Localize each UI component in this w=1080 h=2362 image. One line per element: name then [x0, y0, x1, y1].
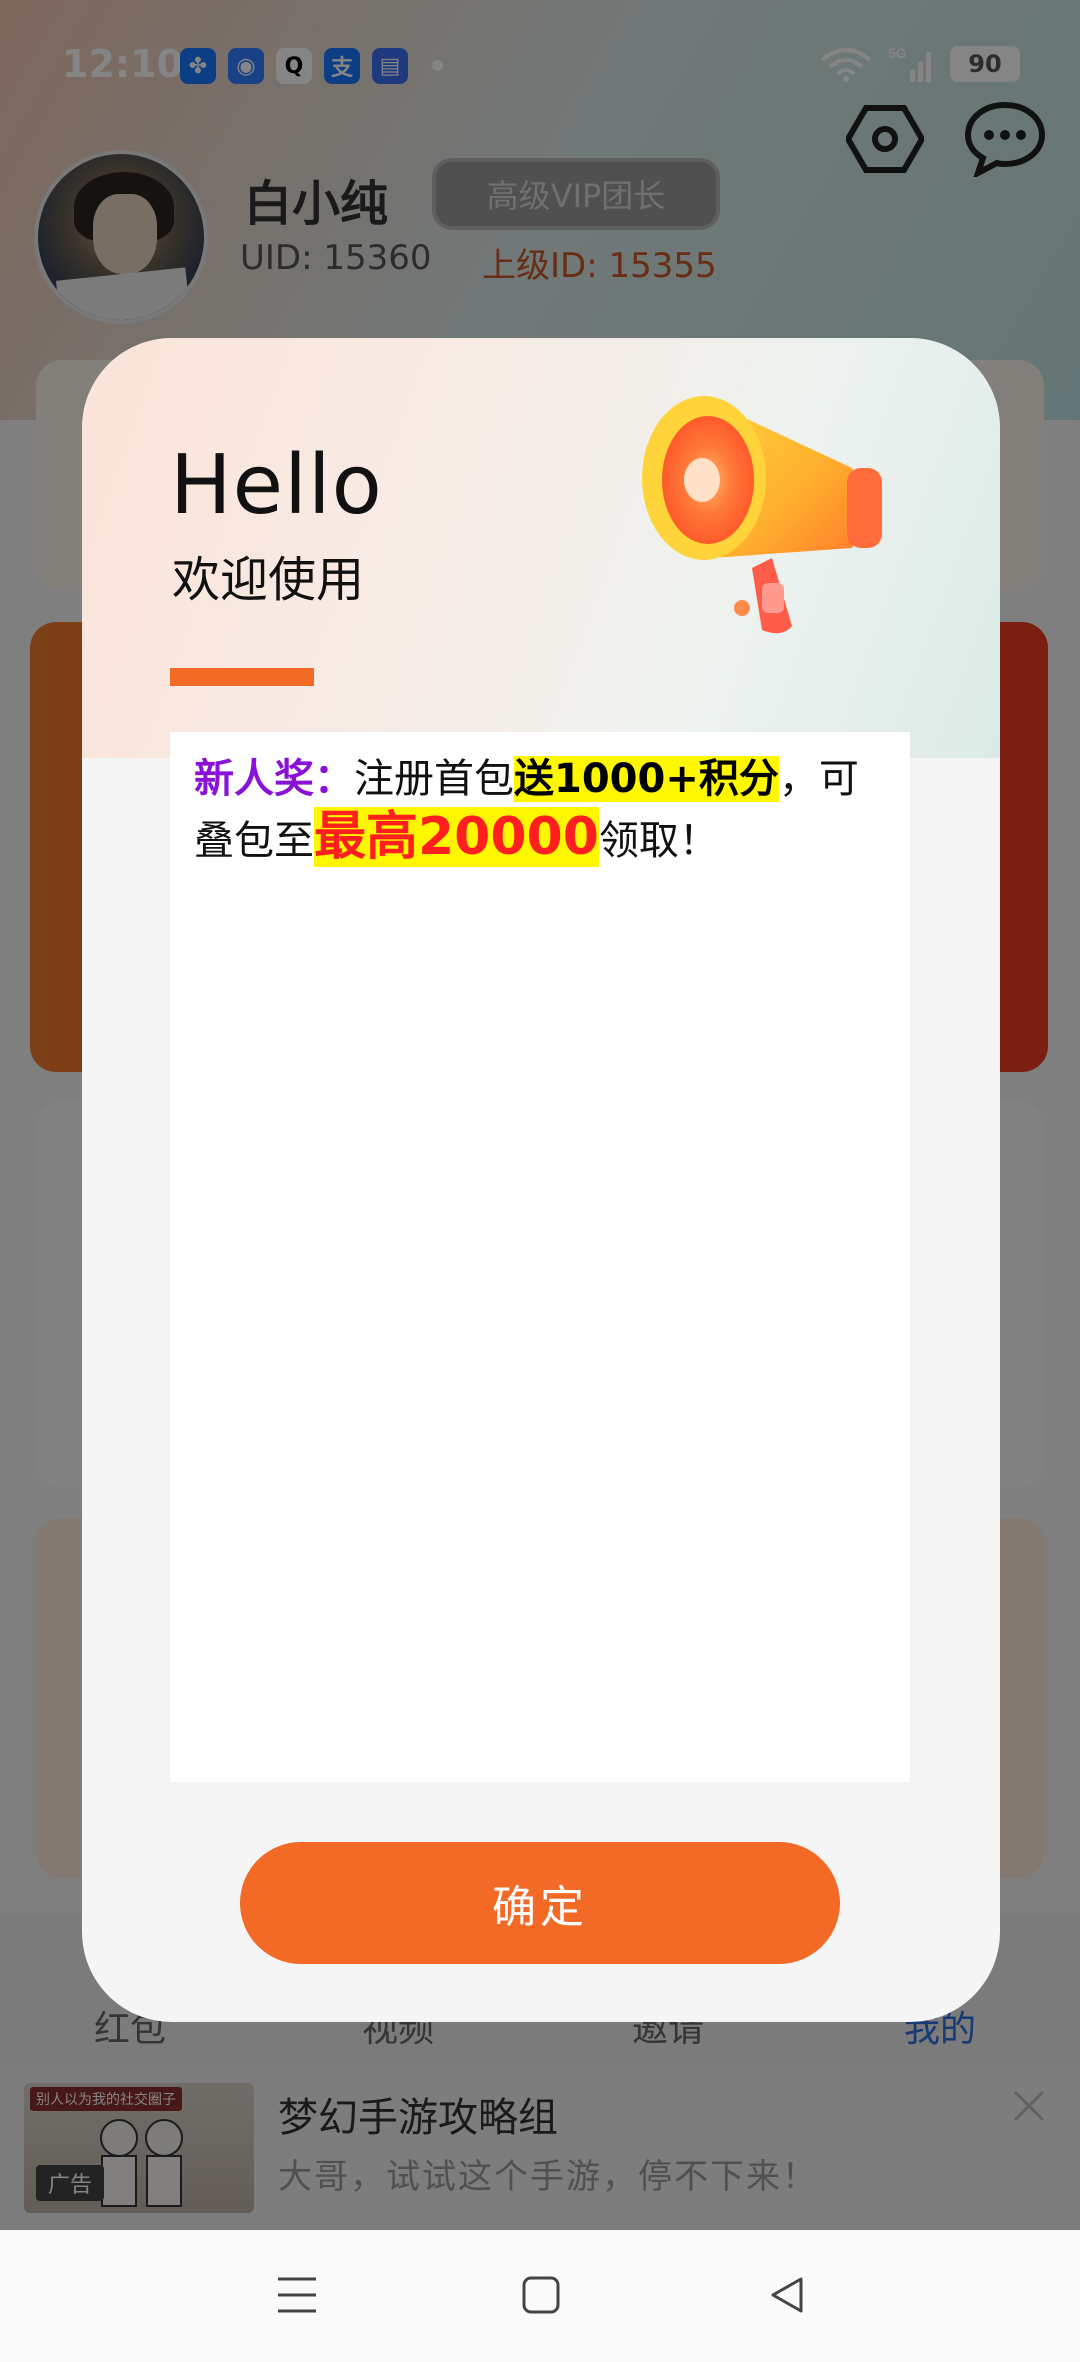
dialog-content: 新人奖：注册首包送1000+积分，可叠包至最高20000领取！ — [170, 732, 910, 1782]
home-nav-button[interactable] — [506, 2260, 576, 2330]
menu-icon — [278, 2277, 316, 2313]
back-triangle-icon — [771, 2277, 803, 2313]
max-bonus-highlight: 最高20000 — [314, 807, 599, 867]
announcement-part-1: 注册首包 — [354, 756, 514, 802]
welcome-dialog: Hello 欢迎使用 新人奖：注册首包送1000+积分，可叠包至最高20000领… — [82, 338, 1000, 2022]
dialog-hello-title: Hello — [170, 438, 383, 533]
back-nav-button[interactable] — [752, 2260, 822, 2330]
announcement-text: 新人奖：注册首包送1000+积分，可叠包至最高20000领取！ — [194, 750, 886, 870]
megaphone-icon — [642, 396, 882, 634]
home-square-icon — [522, 2276, 560, 2314]
accent-underline — [170, 668, 314, 686]
menu-nav-button[interactable] — [262, 2260, 332, 2330]
dialog-welcome-subtitle: 欢迎使用 — [172, 552, 365, 608]
new-user-reward-label: 新人奖： — [194, 756, 354, 802]
bonus-points-highlight: 送1000+积分 — [514, 756, 779, 802]
system-navigation-bar — [0, 2230, 1080, 2362]
announcement-part-3: 领取！ — [598, 818, 719, 864]
confirm-button[interactable]: 确定 — [240, 1842, 840, 1964]
